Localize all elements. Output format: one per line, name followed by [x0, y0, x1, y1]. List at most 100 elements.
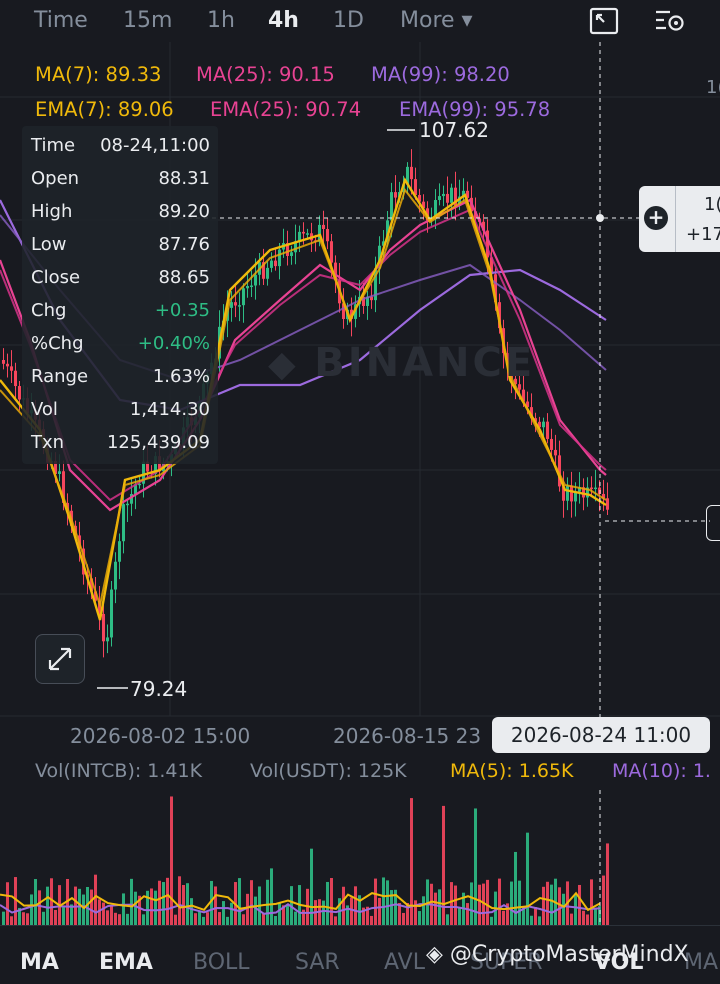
volume-bar — [378, 897, 381, 925]
watermark: ◆ BINANCE — [268, 340, 536, 386]
right-axis-top-label: 1( — [706, 77, 720, 98]
tab-15m[interactable]: 15m — [123, 8, 172, 33]
volume-bar — [246, 893, 249, 925]
volume-bar — [106, 910, 109, 925]
volume-bar — [538, 916, 541, 925]
volume-bar — [402, 912, 405, 925]
candle-body — [246, 286, 249, 289]
volume-bar — [350, 897, 353, 925]
volume-bar — [130, 878, 133, 925]
tab-ma[interactable]: MA — [20, 950, 59, 975]
volume-bar — [578, 884, 581, 925]
info-value-vol: 1,414.30 — [129, 399, 210, 420]
volume-bar — [466, 903, 469, 925]
tab-ma-more[interactable]: MA — [684, 950, 718, 975]
high-price-label: 107.62 — [419, 118, 489, 142]
candle-body — [554, 449, 557, 456]
binance-logo-icon: ◈ — [426, 942, 443, 967]
tab-ema[interactable]: EMA — [99, 950, 153, 975]
volume-bar — [266, 879, 269, 925]
volume-bar — [418, 911, 421, 925]
volume-bar — [446, 914, 449, 925]
candle-body — [566, 485, 569, 501]
bubble-change: +17 — [686, 224, 720, 245]
volume-bar — [242, 914, 245, 925]
info-label-range: Range — [31, 366, 89, 387]
volume-bar — [490, 916, 493, 925]
volume-bar — [374, 878, 377, 925]
info-value-low: 87.76 — [158, 234, 210, 255]
candle-body — [234, 302, 237, 306]
vol-legend-ma10: MA(10): 1. — [612, 760, 711, 782]
volume-bar — [510, 881, 513, 925]
tab-1d[interactable]: 1D — [333, 8, 364, 33]
volume-bar — [54, 909, 57, 925]
info-label-close: Close — [31, 267, 81, 288]
x-axis-label-1: 2026-08-02 15:00 — [70, 724, 251, 748]
candle-body — [322, 224, 325, 229]
candle-body — [254, 274, 257, 286]
tab-boll[interactable]: BOLL — [193, 950, 250, 975]
legend-ma99: MA(99): 98.20 — [371, 63, 510, 86]
volume-bar — [546, 881, 549, 925]
volume-bar — [474, 808, 477, 925]
info-value-high: 89.20 — [158, 201, 210, 222]
candle-body — [18, 386, 21, 400]
author-credit: ◈ @CryptoMasterMindX — [426, 942, 689, 967]
crosshair-dot — [596, 214, 604, 222]
volume-bar — [202, 916, 205, 925]
volume-bar — [370, 915, 373, 925]
info-label-chg: Chg — [31, 300, 67, 321]
candle-body — [110, 589, 113, 638]
volume-bar — [386, 880, 389, 925]
low-price-label: 79.24 — [130, 677, 188, 701]
volume-chart — [0, 790, 609, 925]
volume-bar — [254, 896, 257, 925]
price-add-bubble[interactable]: + 1( +17 — [639, 186, 720, 252]
candle-body — [570, 485, 573, 502]
volume-bar — [114, 912, 117, 925]
volume-bar — [478, 884, 481, 925]
info-value-txn: 125,439.09 — [106, 432, 210, 453]
x-axis-label-2: 2026-08-15 23 — [333, 724, 482, 748]
add-order-icon[interactable]: + — [644, 206, 668, 230]
volume-bar — [590, 879, 593, 925]
tab-4h[interactable]: 4h — [268, 8, 299, 33]
candle-body — [274, 260, 277, 267]
volume-bar — [126, 913, 129, 925]
volume-bar — [6, 882, 9, 925]
volume-bar — [278, 903, 281, 925]
fullscreen-chart-icon[interactable] — [588, 6, 620, 36]
tab-more[interactable]: More ▾ — [400, 8, 473, 33]
volume-bar — [26, 913, 29, 925]
timeframe-bar: Time 15m 1h 4h 1D More ▾ — [0, 0, 720, 42]
last-price-tag[interactable] — [706, 505, 720, 541]
volume-bar — [122, 893, 125, 925]
indicator-settings-icon[interactable] — [654, 6, 686, 36]
candle-body — [102, 613, 105, 642]
tab-sar[interactable]: SAR — [295, 950, 340, 975]
tab-avl[interactable]: AVL — [384, 950, 425, 975]
bubble-price: 1( — [704, 194, 720, 215]
volume-bar — [142, 914, 145, 925]
candle-body — [550, 438, 553, 450]
volume-bar — [586, 914, 589, 925]
volume-bar — [166, 877, 169, 925]
candle-body — [546, 421, 549, 439]
tab-time[interactable]: Time — [34, 8, 88, 33]
expand-chart-button[interactable] — [35, 634, 85, 684]
candle-body — [230, 302, 233, 308]
volume-bar — [326, 881, 329, 925]
tab-1h[interactable]: 1h — [207, 8, 235, 33]
candle-body — [450, 187, 453, 203]
candle-body — [242, 288, 245, 306]
volume-bar — [322, 900, 325, 925]
candle-body — [58, 471, 61, 475]
volume-bar — [534, 907, 537, 925]
volume-bar — [206, 912, 209, 925]
volume-bar — [42, 911, 45, 925]
volume-bar — [558, 887, 561, 925]
volume-bar — [30, 894, 33, 925]
volume-bar — [502, 910, 505, 925]
volume-bar — [34, 879, 37, 925]
